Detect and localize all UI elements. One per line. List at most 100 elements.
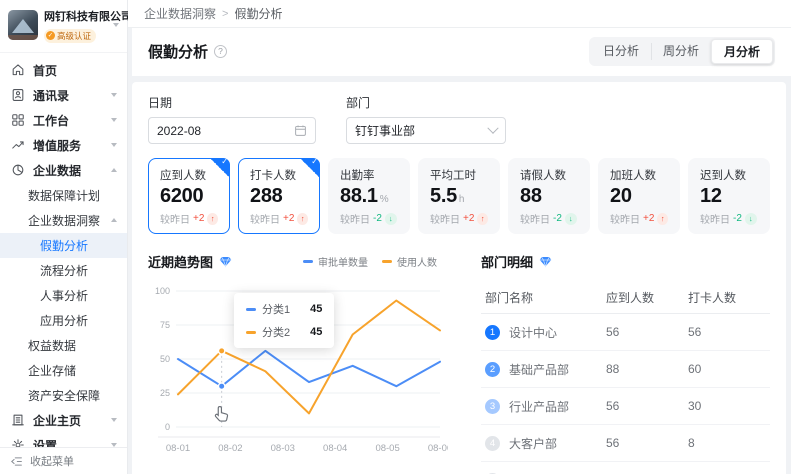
content-area: 日期 2022-08 部门 钉钉事业部	[128, 76, 791, 474]
org-badge: ✓ 高级认证	[44, 29, 96, 43]
stat-value: 88	[520, 185, 542, 208]
tooltip-marker-orange	[246, 331, 256, 334]
sidebar-item-process-analysis[interactable]: 流程分析	[0, 258, 127, 283]
rank-badge: 2	[485, 362, 500, 377]
stat-card-attendance-rate[interactable]: 出勤率 88.1% 较昨日-2	[328, 158, 410, 234]
gear-icon	[10, 438, 25, 448]
delta-value: -2	[733, 213, 742, 224]
stat-value: 288	[250, 185, 282, 208]
legend-marker-blue	[303, 260, 313, 263]
table-row[interactable]: 3行业产品部 56 30	[481, 388, 770, 425]
svg-text:08-01: 08-01	[166, 443, 190, 454]
stat-value: 88.1	[340, 185, 378, 208]
stat-cards-row: 应到人数 6200 较昨日+2 打卡人数 288 较昨日+2 出勤率 88.1%…	[148, 158, 770, 234]
collapse-menu-button[interactable]: 收起菜单	[0, 447, 127, 474]
calendar-icon	[294, 124, 307, 137]
table-row[interactable]: 4大客户部 56 8	[481, 425, 770, 462]
stat-card-clockin-headcount[interactable]: 打卡人数 288 较昨日+2	[238, 158, 320, 234]
stat-card-average-hours[interactable]: 平均工时 5.5h 较昨日+2	[418, 158, 500, 234]
collapse-sidebar-icon	[10, 455, 23, 468]
filters-row: 日期 2022-08 部门 钉钉事业部	[148, 94, 770, 144]
stat-value: 6200	[160, 185, 203, 208]
stat-value: 20	[610, 185, 632, 208]
delta-value: -2	[373, 213, 382, 224]
stat-unit: %	[380, 194, 389, 205]
tab-month-analysis[interactable]: 月分析	[711, 39, 773, 64]
tab-day-analysis[interactable]: 日分析	[591, 39, 651, 64]
legend-users[interactable]: 使用人数	[382, 254, 437, 269]
stat-value: 12	[700, 185, 722, 208]
help-icon[interactable]	[214, 45, 227, 58]
breadcrumb-current: 假勤分析	[234, 5, 282, 22]
sidebar-item-data-protection-plan[interactable]: 数据保障计划	[0, 183, 127, 208]
sidebar-item-attendance-analysis[interactable]: 假勤分析	[0, 233, 127, 258]
breadcrumb-parent[interactable]: 企业数据洞察	[144, 5, 216, 22]
delta-value: +2	[283, 213, 294, 224]
sidebar-item-enterprise-storage[interactable]: 企业存储	[0, 358, 127, 383]
arrow-up-icon	[657, 213, 668, 225]
breadcrumb: 企业数据洞察 > 假勤分析	[128, 0, 791, 28]
table-row[interactable]: 1设计中心 56 56	[481, 314, 770, 351]
svg-text:0: 0	[165, 422, 170, 432]
date-picker-input[interactable]: 2022-08	[148, 117, 316, 144]
stat-card-expected-headcount[interactable]: 应到人数 6200 较昨日+2	[148, 158, 230, 234]
attendance-card: 日期 2022-08 部门 钉钉事业部	[132, 82, 786, 474]
pie-chart-icon	[10, 163, 25, 178]
legend-marker-orange	[382, 260, 392, 263]
department-select[interactable]: 钉钉事业部	[346, 117, 506, 144]
org-info: 网钉科技有限公司 ✓ 高级认证	[44, 8, 111, 43]
sidebar-item-enterprise-data[interactable]: 企业数据	[0, 158, 127, 183]
department-filter: 部门 钉钉事业部	[346, 94, 506, 144]
chevron-down-icon	[111, 418, 117, 422]
org-switcher[interactable]: 网钉科技有限公司 ✓ 高级认证	[0, 0, 127, 53]
org-badge-label: 高级认证	[57, 30, 91, 42]
delta-value: +2	[193, 213, 204, 224]
trend-chart-title: 近期趋势图	[148, 252, 213, 271]
chevron-down-icon	[111, 93, 117, 97]
org-logo	[8, 10, 38, 40]
sidebar-item-workbench[interactable]: 工作台	[0, 108, 127, 133]
org-name: 网钉科技有限公司	[44, 8, 111, 24]
sidebar-item-contacts[interactable]: 通讯录	[0, 83, 127, 108]
sidebar-item-home[interactable]: 首页	[0, 58, 127, 83]
table-row[interactable]: 2基础产品部 88 60	[481, 351, 770, 388]
svg-text:08-06: 08-06	[428, 443, 448, 454]
sidebar-nav: 首页 通讯录 工作台 增值服务 企业数据	[0, 53, 127, 448]
trend-chart-panel: 近期趋势图 审批单数量 使用人数 025507510008-0108-0208-…	[148, 252, 437, 474]
chevron-up-icon	[111, 168, 117, 172]
trend-line-chart[interactable]: 025507510008-0108-0208-0308-0408-0508-06…	[148, 277, 437, 462]
workbench-grid-icon	[10, 113, 25, 128]
department-detail-title: 部门明细	[481, 252, 533, 271]
breadcrumb-separator: >	[222, 8, 228, 20]
sidebar-item-settings[interactable]: 设置	[0, 433, 127, 448]
arrow-up-icon	[297, 213, 308, 225]
sidebar-item-value-added-services[interactable]: 增值服务	[0, 133, 127, 158]
chart-legend: 审批单数量 使用人数	[303, 254, 437, 269]
svg-text:08-05: 08-05	[375, 443, 399, 454]
rank-badge: 3	[485, 399, 500, 414]
svg-text:100: 100	[155, 286, 170, 296]
chevron-down-icon	[111, 118, 117, 122]
tooltip-marker-blue	[246, 308, 256, 311]
stat-card-late-headcount[interactable]: 迟到人数 12 较昨日-2	[688, 158, 770, 234]
table-row[interactable]: 5产品运营部 56 8	[481, 462, 770, 474]
app-window: 网钉科技有限公司 ✓ 高级认证 首页 通讯录 工作台	[0, 0, 791, 474]
sidebar-item-asset-security[interactable]: 资产安全保障	[0, 383, 127, 408]
tab-week-analysis[interactable]: 周分析	[651, 39, 711, 64]
sidebar: 网钉科技有限公司 ✓ 高级认证 首页 通讯录 工作台	[0, 0, 128, 474]
legend-approvals[interactable]: 审批单数量	[303, 254, 368, 269]
sidebar-item-enterprise-homepage[interactable]: 企业主页	[0, 408, 127, 433]
sidebar-item-rights-data[interactable]: 权益数据	[0, 333, 127, 358]
stat-card-leave-headcount[interactable]: 请假人数 88 较昨日-2	[508, 158, 590, 234]
sidebar-item-app-analysis[interactable]: 应用分析	[0, 308, 127, 333]
sidebar-item-enterprise-data-insight[interactable]: 企业数据洞察	[0, 208, 127, 233]
arrow-up-icon	[207, 213, 218, 225]
building-icon	[10, 413, 25, 428]
chart-tooltip: 分类145 分类245	[234, 293, 334, 348]
premium-gem-icon	[219, 255, 232, 268]
stat-card-overtime-headcount[interactable]: 加班人数 20 较昨日+2	[598, 158, 680, 234]
date-value: 2022-08	[157, 124, 294, 138]
sidebar-item-hr-analysis[interactable]: 人事分析	[0, 283, 127, 308]
main-area: 企业数据洞察 > 假勤分析 假勤分析 日分析 周分析 月分析 日期	[128, 0, 791, 474]
stat-value: 5.5	[430, 185, 457, 208]
